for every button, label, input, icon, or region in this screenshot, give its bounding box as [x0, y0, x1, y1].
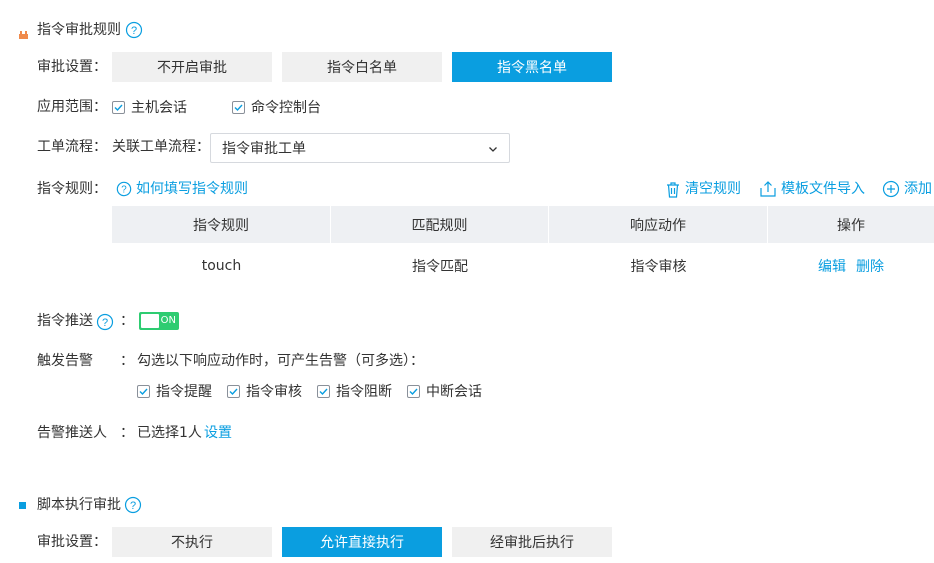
cell-match: 指令匹配 [412, 259, 468, 275]
add-rule-button[interactable]: 添加 [882, 179, 932, 199]
column-header-match: 匹配规则 [331, 206, 549, 243]
scope-command-console-label: 命令控制台 [251, 100, 321, 116]
alert-colon: ： [120, 353, 134, 369]
help-icon[interactable]: ? [125, 21, 143, 39]
recipient-value: 已选择1人 [137, 425, 202, 441]
cell-action: 指令审核 [630, 259, 687, 275]
alert-interrupt-label: 中断会话 [426, 384, 482, 400]
recipient-settings-link[interactable]: 设置 [204, 423, 232, 443]
section-title-script-approval: 脚本执行审批 [37, 497, 121, 513]
rules-table: 指令规则 匹配规则 响应动作 操作 touch 指令匹配 指令审核 编辑 删除 [112, 206, 934, 289]
plus-circle-icon [882, 180, 900, 198]
add-rule-label: 添加 [904, 181, 932, 197]
approval-settings-label: 审批设置： [37, 59, 107, 75]
scope-checkbox-host-session[interactable]: 主机会话 [112, 97, 187, 117]
help-icon: ? [116, 181, 132, 197]
checkbox-checked-icon [232, 100, 245, 114]
svg-text:?: ? [121, 185, 127, 196]
alert-checkbox-block[interactable]: 指令阻断 [317, 381, 392, 401]
toggle-state-text: ON [160, 315, 176, 326]
rules-label: 指令规则： [37, 181, 107, 197]
rules-help-link[interactable]: ? 如何填写指令规则 [116, 179, 248, 199]
recipient-colon: ： [120, 425, 134, 441]
chevron-down-icon [489, 147, 497, 152]
template-import-button[interactable]: 模板文件导入 [759, 179, 865, 199]
approval-option-blacklist[interactable]: 指令黑名单 [452, 52, 612, 82]
column-header-action: 响应动作 [549, 206, 768, 243]
scope-host-session-label: 主机会话 [131, 100, 187, 116]
push-toggle[interactable]: ON [139, 312, 179, 330]
alert-checkbox-remind[interactable]: 指令提醒 [137, 381, 212, 401]
script-option-direct-exec[interactable]: 允许直接执行 [282, 527, 442, 557]
cell-operations: 编辑 删除 [768, 243, 934, 289]
rules-help-link-text: 如何填写指令规则 [136, 181, 248, 197]
table-row: touch 指令匹配 指令审核 编辑 删除 [112, 243, 934, 289]
section-marker-icon [19, 502, 26, 509]
approval-option-disable[interactable]: 不开启审批 [112, 52, 272, 82]
toggle-knob [141, 314, 159, 328]
alert-label: 触发告警 [37, 353, 93, 369]
edit-link[interactable]: 编辑 [818, 256, 846, 276]
section-title-command-approval: 指令审批规则 [37, 22, 121, 38]
svg-text:?: ? [131, 25, 137, 37]
template-import-label: 模板文件导入 [781, 181, 865, 197]
upload-icon [760, 181, 776, 197]
alert-checkbox-interrupt[interactable]: 中断会话 [407, 381, 482, 401]
recipient-label: 告警推送人 [37, 425, 107, 441]
alert-review-label: 指令审核 [246, 384, 302, 400]
alert-block-label: 指令阻断 [336, 384, 392, 400]
rules-table-header: 指令规则 匹配规则 响应动作 操作 [112, 206, 934, 243]
clear-rules-label: 清空规则 [685, 181, 741, 197]
checkbox-checked-icon [137, 384, 150, 398]
push-colon: ： [120, 313, 134, 329]
trash-icon [667, 181, 679, 198]
workflow-select[interactable]: 指令审批工单 [210, 133, 510, 163]
scope-checkbox-command-console[interactable]: 命令控制台 [232, 97, 321, 117]
checkbox-checked-icon [317, 384, 330, 398]
workflow-label: 工单流程： [37, 139, 107, 155]
column-header-operation: 操作 [837, 217, 865, 234]
svg-text:?: ? [102, 317, 108, 329]
alert-remind-label: 指令提醒 [156, 384, 212, 400]
scope-label: 应用范围： [37, 99, 107, 115]
section-marker-icon [19, 27, 28, 39]
checkbox-checked-icon [112, 100, 125, 114]
svg-text:?: ? [130, 500, 136, 512]
column-header-rule: 指令规则 [112, 206, 331, 243]
delete-link[interactable]: 删除 [856, 256, 884, 276]
alert-checkbox-review[interactable]: 指令审核 [227, 381, 302, 401]
help-icon[interactable]: ? [96, 313, 114, 331]
alert-description: 勾选以下响应动作时，可产生告警（可多选）： [137, 353, 424, 369]
push-label: 指令推送 [37, 313, 93, 329]
workflow-select-value: 指令审批工单 [222, 141, 306, 157]
script-approval-label: 审批设置： [37, 534, 107, 550]
help-icon[interactable]: ? [124, 496, 142, 514]
cell-rule: touch [201, 258, 242, 274]
script-option-after-approval[interactable]: 经审批后执行 [452, 527, 612, 557]
workflow-sub-label: 关联工单流程： [112, 139, 210, 155]
approval-option-whitelist[interactable]: 指令白名单 [282, 52, 442, 82]
script-option-no-exec[interactable]: 不执行 [112, 527, 272, 557]
clear-rules-button[interactable]: 清空规则 [665, 179, 741, 199]
checkbox-checked-icon [407, 384, 420, 398]
checkbox-checked-icon [227, 384, 240, 398]
